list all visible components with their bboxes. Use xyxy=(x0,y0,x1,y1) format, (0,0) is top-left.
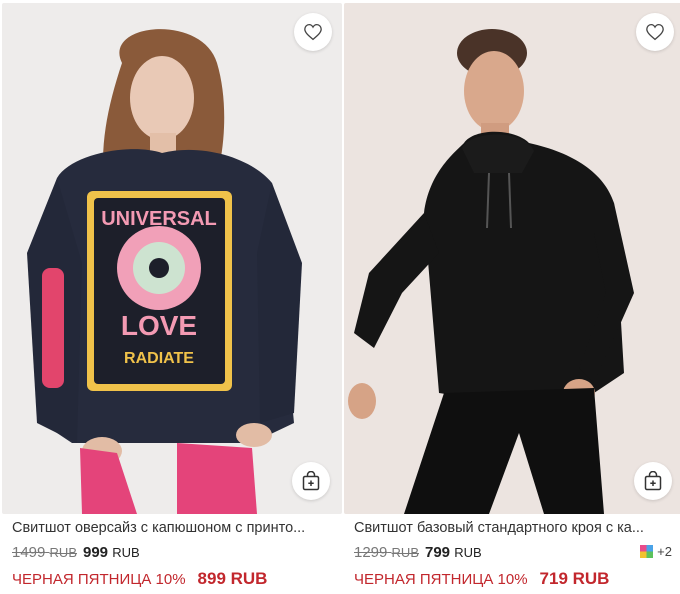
price-row: 1299 RUB 799 RUB xyxy=(354,544,482,561)
promo-label: ЧЕРНАЯ ПЯТНИЦА 10% xyxy=(12,571,186,588)
old-price: 1499 RUB xyxy=(12,544,77,561)
add-to-bag-button[interactable] xyxy=(292,462,330,500)
heart-icon xyxy=(646,23,664,41)
add-to-favorites-button[interactable] xyxy=(294,13,332,51)
promo-label: ЧЕРНАЯ ПЯТНИЦА 10% xyxy=(354,571,528,588)
print-love-text: LOVE xyxy=(121,310,197,341)
add-to-bag-icon xyxy=(644,471,662,491)
promo-price: 899 RUB xyxy=(197,569,268,588)
add-to-bag-icon xyxy=(302,471,320,491)
more-colors-count: +2 xyxy=(657,544,672,559)
product-title[interactable]: Свитшот оверсайз с капюшоном с принто... xyxy=(12,520,330,536)
current-price: 799 RUB xyxy=(425,544,482,561)
heart-icon xyxy=(304,23,322,41)
product-image[interactable]: UNIVERSAL LOVE RADIATE xyxy=(2,3,342,514)
promo-row: ЧЕРНАЯ ПЯТНИЦА 10% 719 RUB xyxy=(354,569,609,589)
print-radiate-text: RADIATE xyxy=(124,350,194,367)
price-row: 1499 RUB 999 RUB xyxy=(12,544,140,561)
promo-row: ЧЕРНАЯ ПЯТНИЦА 10% 899 RUB xyxy=(12,569,267,589)
color-options[interactable]: +2 xyxy=(640,544,672,559)
add-to-favorites-button[interactable] xyxy=(636,13,674,51)
print-universal-text: UNIVERSAL xyxy=(101,208,217,230)
product-card-1[interactable]: UNIVERSAL LOVE RADIATE Свитшот оверсайз … xyxy=(2,0,342,594)
add-to-bag-button[interactable] xyxy=(634,462,672,500)
product-card-2[interactable]: Свитшот базовый стандартного кроя с ка..… xyxy=(344,0,680,594)
color-swatch-icon xyxy=(640,545,654,558)
product-title[interactable]: Свитшот базовый стандартного кроя с ка..… xyxy=(354,520,672,536)
product-image[interactable] xyxy=(344,3,680,514)
old-price: 1299 RUB xyxy=(354,544,419,561)
current-price: 999 RUB xyxy=(83,544,140,561)
promo-price: 719 RUB xyxy=(539,569,610,588)
